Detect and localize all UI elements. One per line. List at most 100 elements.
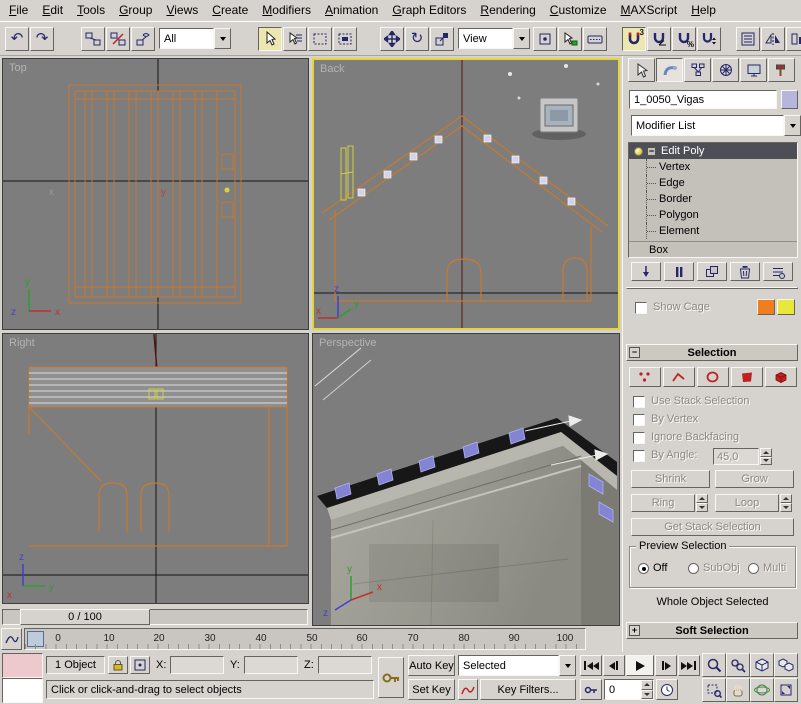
make-unique-button[interactable]: [697, 262, 727, 281]
viewport-label-top[interactable]: Top: [9, 62, 27, 74]
tab-display[interactable]: [740, 58, 767, 82]
menu-rendering[interactable]: Rendering: [473, 0, 542, 21]
menu-maxscript[interactable]: MAXScript: [614, 0, 685, 21]
menu-customize[interactable]: Customize: [543, 0, 614, 21]
stack-item-edit-poly[interactable]: Edit Poly: [629, 143, 797, 159]
arc-rotate-button[interactable]: [750, 678, 774, 702]
menu-file[interactable]: File: [2, 0, 35, 21]
menu-graph-editors[interactable]: Graph Editors: [385, 0, 473, 21]
ring-spinner[interactable]: [696, 494, 708, 512]
stack-item-border[interactable]: Border: [629, 191, 797, 207]
stack-item-polygon[interactable]: Polygon: [629, 207, 797, 223]
default-tangent-button[interactable]: [458, 679, 478, 700]
zoom-extents-button[interactable]: [750, 653, 774, 677]
viewport-label-back[interactable]: Back: [320, 63, 344, 75]
modifier-stack[interactable]: Edit Poly Vertex Edge Border Polygon Ele…: [628, 142, 798, 258]
go-to-end-button[interactable]: [678, 655, 700, 676]
current-frame-field[interactable]: 0: [604, 679, 654, 700]
previous-frame-button[interactable]: [603, 655, 625, 676]
by-angle-spinner[interactable]: [760, 448, 772, 465]
min-max-toggle-button[interactable]: [774, 678, 798, 702]
by-angle-field[interactable]: 45,0: [713, 448, 759, 465]
spinner-snap-button[interactable]: [697, 27, 721, 51]
redo-button[interactable]: ↷: [30, 27, 54, 51]
menu-tools[interactable]: Tools: [70, 0, 112, 21]
stack-item-edge[interactable]: Edge: [629, 175, 797, 191]
dropdown-arrow-icon[interactable]: [559, 655, 576, 676]
mini-curve-editor-button[interactable]: [1, 628, 22, 650]
object-name-field[interactable]: 1_0050_Vigas: [629, 90, 777, 109]
element-mode-button[interactable]: [765, 367, 797, 387]
menu-animation[interactable]: Animation: [318, 0, 385, 21]
cage-selected-color-swatch[interactable]: [777, 299, 795, 315]
viewport-perspective[interactable]: Perspective: [312, 333, 620, 626]
object-color-swatch[interactable]: [781, 90, 798, 109]
select-and-move-button[interactable]: [380, 27, 404, 51]
tab-motion[interactable]: [712, 58, 739, 82]
angle-snap-button[interactable]: [647, 27, 671, 51]
x-coordinate-field[interactable]: [170, 656, 224, 674]
time-configuration-button[interactable]: [656, 679, 678, 700]
reference-coordinate-select[interactable]: View: [458, 28, 530, 49]
stack-item-box[interactable]: Box: [629, 241, 797, 257]
collapse-icon[interactable]: [647, 147, 656, 156]
tab-hierarchy[interactable]: [684, 58, 711, 82]
select-and-rotate-button[interactable]: ↻: [405, 27, 429, 51]
selection-rollout-header[interactable]: Selection: [626, 344, 798, 361]
undo-button[interactable]: ↶: [5, 27, 29, 51]
by-vertex-checkbox[interactable]: [633, 414, 645, 426]
key-mode-select[interactable]: Selected: [458, 655, 576, 676]
trackbar-ruler[interactable]: 0 10 20 30 40 50 60 70 80 90 100: [24, 628, 586, 650]
menu-edit[interactable]: Edit: [35, 0, 70, 21]
viewport-back[interactable]: Back: [312, 58, 620, 330]
viewport-right[interactable]: Right z y x: [2, 333, 309, 604]
z-coordinate-field[interactable]: [318, 656, 372, 674]
preview-subobj-label[interactable]: SubObj: [703, 562, 740, 574]
set-key-button[interactable]: Set Key: [408, 679, 455, 700]
selection-filter-select[interactable]: All: [159, 28, 231, 49]
auto-key-button[interactable]: Auto Key: [408, 655, 455, 676]
use-stack-selection-checkbox[interactable]: [633, 396, 645, 408]
set-keys-button[interactable]: [378, 657, 404, 698]
select-object-button[interactable]: [258, 27, 282, 51]
show-end-result-button[interactable]: [664, 262, 694, 281]
go-to-start-button[interactable]: [580, 655, 602, 676]
edit-named-selections-button[interactable]: [736, 27, 760, 51]
align-button[interactable]: [786, 27, 801, 51]
time-slider-thumb[interactable]: 0 / 100: [20, 609, 150, 625]
ignore-backfacing-checkbox[interactable]: [633, 432, 645, 444]
tab-utilities[interactable]: [768, 58, 795, 82]
preview-multi-radio[interactable]: [748, 563, 759, 574]
menu-group[interactable]: Group: [112, 0, 159, 21]
next-frame-button[interactable]: [655, 655, 677, 676]
dropdown-arrow-icon[interactable]: [214, 28, 231, 49]
zoom-region-button[interactable]: [702, 678, 726, 702]
cage-color-swatch[interactable]: [757, 299, 775, 315]
shrink-button[interactable]: Shrink: [631, 470, 710, 488]
dropdown-arrow-icon[interactable]: [513, 28, 530, 49]
zoom-extents-all-button[interactable]: [774, 653, 798, 677]
track-bar[interactable]: 0 10 20 30 40 50 60 70 80 90 100: [0, 628, 590, 651]
ring-button[interactable]: Ring: [631, 494, 695, 512]
current-frame-marker[interactable]: [27, 631, 44, 647]
bind-to-spacewarp-button[interactable]: [131, 27, 155, 51]
tab-modify[interactable]: [656, 58, 683, 82]
loop-spinner[interactable]: [780, 494, 792, 512]
preview-multi-label[interactable]: Multi: [763, 562, 786, 574]
stack-item-element[interactable]: Element: [629, 223, 797, 239]
preview-subobj-radio[interactable]: [688, 563, 699, 574]
select-and-link-button[interactable]: [81, 27, 105, 51]
maxscript-mini-listener[interactable]: [2, 678, 43, 703]
configure-modifier-sets-button[interactable]: [763, 262, 793, 281]
frame-spinner[interactable]: [641, 680, 653, 699]
show-cage-checkbox[interactable]: [635, 302, 647, 314]
key-filters-button[interactable]: Key Filters...: [480, 679, 576, 700]
menu-views[interactable]: Views: [159, 0, 205, 21]
use-pivot-center-button[interactable]: [533, 27, 557, 51]
grow-button[interactable]: Grow: [715, 470, 794, 488]
percent-snap-button[interactable]: [672, 27, 696, 51]
tab-create[interactable]: [628, 58, 655, 82]
maxscript-mini-listener-macro[interactable]: [2, 653, 43, 678]
select-and-scale-button[interactable]: [430, 27, 454, 51]
loop-button[interactable]: Loop: [715, 494, 779, 512]
